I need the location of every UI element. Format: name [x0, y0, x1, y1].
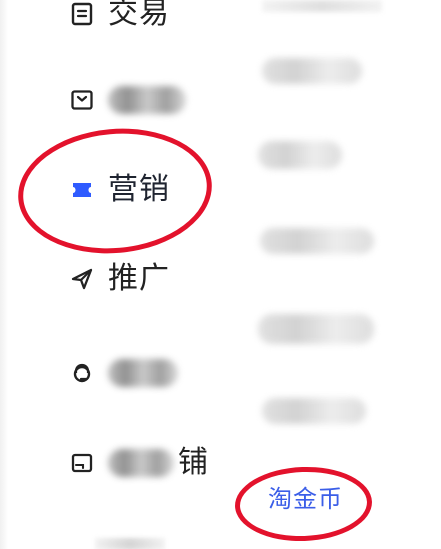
redacted-subnav-item-4: [258, 314, 374, 344]
redacted-subnav-item-5: [262, 398, 366, 424]
store-icon: [70, 451, 94, 475]
nav-item-redacted-1[interactable]: [70, 72, 186, 128]
nav-label-trade: 交易: [108, 0, 170, 31]
nav-label-promotion: 推广: [108, 261, 170, 296]
nav-item-trade[interactable]: 交易: [70, 0, 170, 42]
redacted-nav-label: [108, 359, 178, 387]
right-nav: [230, 0, 441, 549]
nav-label-partial: 铺: [178, 445, 209, 480]
screen: 交易 营销 推广 铺 淘金币: [0, 0, 441, 549]
redacted-subnav-item-2: [258, 141, 342, 169]
left-nav: 交易 营销 推广 铺: [0, 0, 230, 549]
nav-item-redacted-3[interactable]: 铺: [70, 435, 208, 491]
headset-icon: [70, 361, 94, 385]
nav-item-promotion[interactable]: 推广: [70, 251, 170, 307]
nav-label-wrapper: 铺: [108, 447, 208, 479]
bottom-fragment: [95, 538, 165, 549]
trade-icon: [70, 2, 94, 26]
redacted-subnav-item-1: [262, 58, 362, 84]
nav-item-redacted-2[interactable]: [70, 345, 178, 401]
send-icon: [70, 267, 94, 291]
redacted-subnav-item-3: [260, 228, 374, 254]
package-icon: [70, 88, 94, 112]
redacted-nav-label-part: [108, 449, 174, 477]
redacted-nav-label: [108, 86, 186, 114]
